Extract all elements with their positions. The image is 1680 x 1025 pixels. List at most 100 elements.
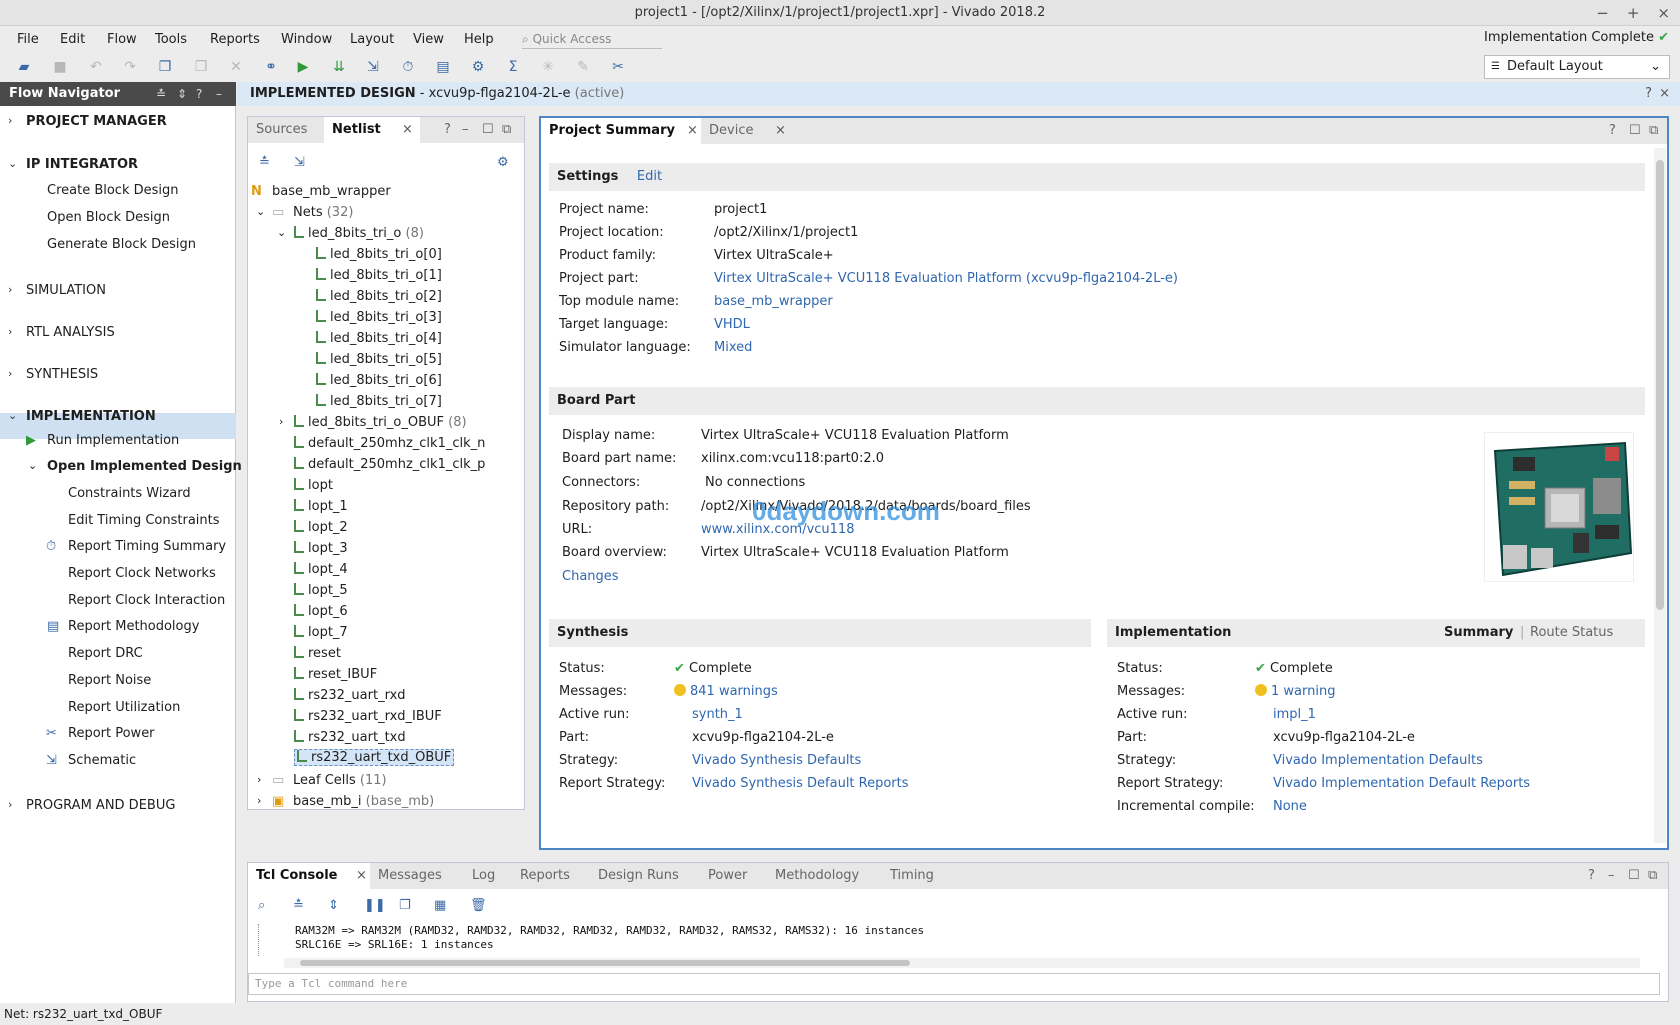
nav-constraints-wizard[interactable]: Constraints Wizard (68, 486, 191, 501)
undo-icon[interactable]: ↶ (85, 56, 107, 78)
top-module-link[interactable]: base_mb_wrapper (714, 294, 833, 309)
nav-program-and-debug[interactable]: PROGRAM AND DEBUG (26, 798, 175, 813)
delete-icon[interactable]: 🗑 (470, 898, 487, 913)
maximize-icon[interactable]: ☐ (1629, 118, 1641, 144)
net-item[interactable]: reset (294, 646, 341, 661)
synth-report-strategy-link[interactable]: Vivado Synthesis Default Reports (692, 776, 909, 791)
chevron-right-icon[interactable]: › (257, 794, 261, 807)
help-icon[interactable]: ? (1609, 118, 1616, 144)
instance-base-mb[interactable]: base_mb_i (base_mb) (293, 794, 434, 809)
net-item-selected[interactable]: rs232_uart_txd_OBUF (294, 749, 455, 766)
nav-run-implementation[interactable]: Run Implementation (47, 433, 179, 448)
save-icon[interactable]: ■ (49, 56, 71, 78)
menu-file[interactable]: File (17, 32, 39, 47)
settings-gear-icon[interactable]: ⚙ (497, 155, 509, 170)
collapse-all-icon[interactable]: ≛ (259, 155, 270, 170)
copy-icon[interactable]: ❐ (154, 56, 176, 78)
search-icon[interactable]: ⌕ (258, 898, 265, 913)
nav-report-methodology[interactable]: Report Methodology (68, 619, 199, 634)
chevron-right-icon[interactable]: › (279, 415, 283, 428)
net-bit-6[interactable]: led_8bits_tri_o[6] (316, 373, 442, 388)
menu-flow[interactable]: Flow (107, 32, 137, 47)
help-icon[interactable]: ? (1588, 863, 1595, 889)
nav-project-manager[interactable]: PROJECT MANAGER (26, 114, 167, 129)
float-icon[interactable]: ⧉ (1649, 118, 1658, 144)
impl-route-status-tab[interactable]: Route Status (1530, 619, 1613, 647)
nav-schematic[interactable]: Schematic (68, 753, 136, 768)
tab-sources[interactable]: Sources (248, 117, 322, 143)
open-folder-icon[interactable]: ▰ (13, 56, 35, 78)
net-bit-1[interactable]: led_8bits_tri_o[1] (316, 268, 442, 283)
tab-methodology[interactable]: Methodology (775, 863, 859, 889)
tab-device[interactable]: Device (709, 118, 753, 144)
synth-warnings-link[interactable]: 841 warnings (690, 684, 778, 699)
net-bit-4[interactable]: led_8bits_tri_o[4] (316, 331, 442, 346)
net-item[interactable]: default_250mhz_clk1_clk_p (294, 457, 485, 472)
net-item[interactable]: rs232_uart_rxd_IBUF (294, 709, 442, 724)
pause-icon[interactable]: ❚❚ (364, 898, 386, 913)
net-bit-2[interactable]: led_8bits_tri_o[2] (316, 289, 442, 304)
program-icon[interactable]: ⇲ (362, 56, 384, 78)
net-item[interactable]: lopt_4 (294, 562, 348, 577)
net-item[interactable]: lopt_2 (294, 520, 348, 535)
bitstream-icon[interactable]: ⇊ (328, 56, 350, 78)
nav-open-block-design[interactable]: Open Block Design (47, 210, 170, 225)
nav-report-power[interactable]: Report Power (68, 726, 155, 741)
net-bit-5[interactable]: led_8bits_tri_o[5] (316, 352, 442, 367)
collapse-all-icon[interactable]: ≛ (293, 898, 304, 913)
impl-run-link[interactable]: impl_1 (1273, 707, 1316, 722)
nav-report-drc[interactable]: Report DRC (68, 646, 143, 661)
menu-help[interactable]: Help (464, 32, 494, 47)
nav-generate-block-design[interactable]: Generate Block Design (47, 237, 196, 252)
chevron-right-icon[interactable]: › (8, 798, 12, 811)
minimize-panel-icon[interactable]: – (216, 82, 222, 106)
nav-rtl-analysis[interactable]: RTL ANALYSIS (26, 325, 115, 340)
menu-window[interactable]: Window (281, 32, 332, 47)
layout-select[interactable]: Default Layout ⌄ ☰ (1484, 55, 1670, 79)
menu-layout[interactable]: Layout (350, 32, 394, 47)
menu-edit[interactable]: Edit (60, 32, 85, 47)
close-icon[interactable]: × (356, 863, 367, 889)
maximize-icon[interactable]: ☐ (482, 117, 494, 143)
delete-icon[interactable]: ✕ (225, 56, 247, 78)
impl-report-strategy-link[interactable]: Vivado Implementation Default Reports (1273, 776, 1530, 791)
tab-project-summary[interactable]: Project Summary (541, 118, 701, 144)
nav-open-implemented-design[interactable]: Open Implemented Design (47, 459, 242, 474)
synth-strategy-link[interactable]: Vivado Synthesis Defaults (692, 753, 861, 768)
chevron-down-icon[interactable]: ⌄ (277, 226, 286, 239)
nav-create-block-design[interactable]: Create Block Design (47, 183, 179, 198)
net-item[interactable]: lopt_5 (294, 583, 348, 598)
tab-power[interactable]: Power (708, 863, 747, 889)
leaf-cells-folder[interactable]: Leaf Cells (11) (293, 773, 387, 788)
target-language-link[interactable]: VHDL (714, 317, 750, 332)
tool-icon[interactable]: ✂ (607, 56, 629, 78)
net-bit-7[interactable]: led_8bits_tri_o[7] (316, 394, 442, 409)
impl-warnings-link[interactable]: 1 warning (1271, 684, 1335, 699)
chevron-down-icon[interactable]: ⌄ (8, 409, 17, 422)
net-item[interactable]: default_250mhz_clk1_clk_n (294, 436, 485, 451)
nav-implementation[interactable]: IMPLEMENTATION (26, 409, 156, 424)
maximize-icon[interactable]: ☐ (1628, 863, 1640, 889)
net-item[interactable]: lopt_7 (294, 625, 348, 640)
close-icon[interactable]: × (775, 118, 786, 144)
net-item[interactable]: rs232_uart_rxd (294, 688, 406, 703)
nav-report-clock-networks[interactable]: Report Clock Networks (68, 566, 216, 581)
minimize-icon[interactable]: − (1596, 0, 1609, 26)
project-part-link[interactable]: Virtex UltraScale+ VCU118 Evaluation Pla… (714, 271, 1178, 286)
close-icon[interactable]: × (687, 118, 698, 144)
minimize-icon[interactable]: – (462, 117, 469, 143)
edit-icon[interactable]: ✎ (572, 56, 594, 78)
chevron-right-icon[interactable]: › (8, 325, 12, 338)
menu-tools[interactable]: Tools (155, 32, 187, 47)
bus-net[interactable]: led_8bits_tri_o (8) (294, 226, 424, 241)
net-bit-3[interactable]: led_8bits_tri_o[3] (316, 310, 442, 325)
chevron-down-icon[interactable]: ⌄ (256, 205, 265, 218)
redo-icon[interactable]: ↷ (119, 56, 141, 78)
chevron-down-icon[interactable]: ⌄ (28, 459, 37, 472)
simulator-language-link[interactable]: Mixed (714, 340, 752, 355)
chevron-down-icon[interactable]: ⌄ (8, 157, 17, 170)
scrollbar-thumb[interactable] (300, 960, 910, 966)
chevron-right-icon[interactable]: › (8, 114, 12, 127)
help-icon[interactable]: ? (444, 117, 451, 143)
close-icon[interactable]: × (1657, 0, 1670, 26)
